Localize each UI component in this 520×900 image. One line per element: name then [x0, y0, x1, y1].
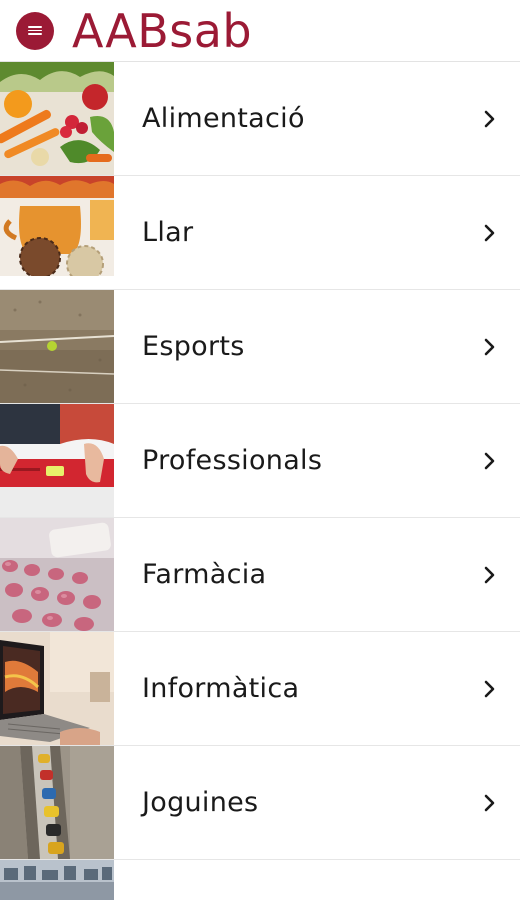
- chevron-right-icon: [460, 518, 520, 631]
- toy-cars-photo: [0, 746, 114, 859]
- hamburger-menu-icon: [28, 26, 42, 35]
- category-label: Esports: [142, 331, 245, 362]
- category-label: Alimentació: [142, 103, 305, 134]
- tennis-court-photo: [0, 290, 114, 403]
- category-item-farmacia[interactable]: Farmàcia: [0, 518, 520, 632]
- spirit-level-photo: [0, 404, 114, 517]
- category-list: Alimentació Llar Esports Professionals F…: [0, 62, 520, 900]
- category-item-joguines[interactable]: Joguines: [0, 746, 520, 860]
- chevron-right-icon: [460, 404, 520, 517]
- pills-blister-photo: [0, 518, 114, 631]
- chevron-right-icon: [460, 176, 520, 289]
- category-photo: [0, 860, 114, 900]
- category-label: Farmàcia: [142, 559, 267, 590]
- category-item-professionals[interactable]: Professionals: [0, 404, 520, 518]
- menu-button[interactable]: [16, 11, 54, 50]
- chevron-right-icon: [460, 632, 520, 745]
- chevron-right-icon: [460, 62, 520, 175]
- category-item-esports[interactable]: Esports: [0, 290, 520, 404]
- category-item-informatica[interactable]: Informàtica: [0, 632, 520, 746]
- vegetables-photo: [0, 62, 114, 175]
- app-header: AABsab: [0, 0, 520, 62]
- chevron-right-icon: [460, 290, 520, 403]
- category-label: Professionals: [142, 445, 323, 476]
- category-label: Informàtica: [142, 673, 300, 704]
- category-item-alimentacio[interactable]: Alimentació: [0, 62, 520, 176]
- category-item-llar[interactable]: Llar: [0, 176, 520, 290]
- category-label: Joguines: [142, 787, 259, 818]
- laptop-photo: [0, 632, 114, 745]
- category-item-partial[interactable]: [0, 860, 520, 900]
- chevron-right-icon: [460, 746, 520, 859]
- home-decor-photo: [0, 176, 114, 289]
- category-label: Llar: [142, 217, 194, 248]
- app-title: AABsab: [72, 3, 253, 58]
